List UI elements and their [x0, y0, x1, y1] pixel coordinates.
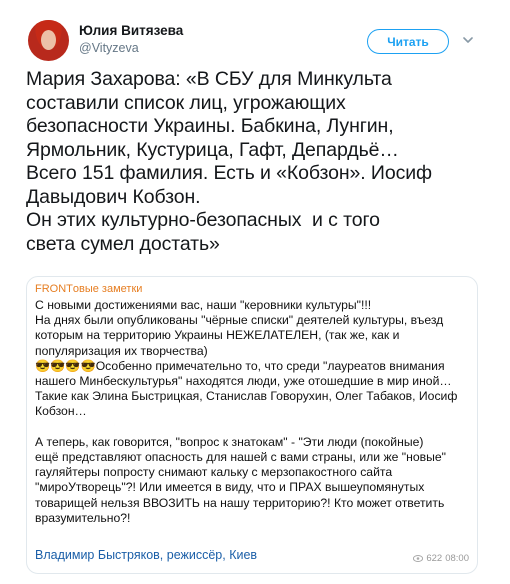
card-meta: 622 08:00 — [413, 553, 469, 564]
eye-icon — [413, 555, 424, 562]
post-time: 08:00 — [445, 553, 469, 564]
chevron-down-icon[interactable] — [463, 35, 473, 45]
follow-button[interactable]: Читать — [367, 29, 449, 54]
avatar[interactable] — [28, 20, 69, 61]
tweet-text: Мария Захарова: «В СБУ для Минкульта сос… — [26, 68, 432, 255]
author-name[interactable]: Юлия Витязева — [79, 23, 183, 38]
card-author[interactable]: Владимир Быстряков, режиссёр, Киев — [35, 548, 257, 562]
card-body: С новыми достижениями вас, наши "керовни… — [35, 298, 458, 525]
tweet: Юлия Витязева @Vityzeva Читать Мария Зах… — [0, 0, 510, 584]
card-source[interactable]: FRONTовые заметки — [35, 283, 142, 296]
quoted-card[interactable]: FRONTовые заметки С новыми достижениями … — [26, 276, 478, 574]
author-handle[interactable]: @Vityzeva — [79, 41, 139, 55]
view-count: 622 — [426, 553, 443, 564]
avatar-face — [41, 30, 56, 50]
